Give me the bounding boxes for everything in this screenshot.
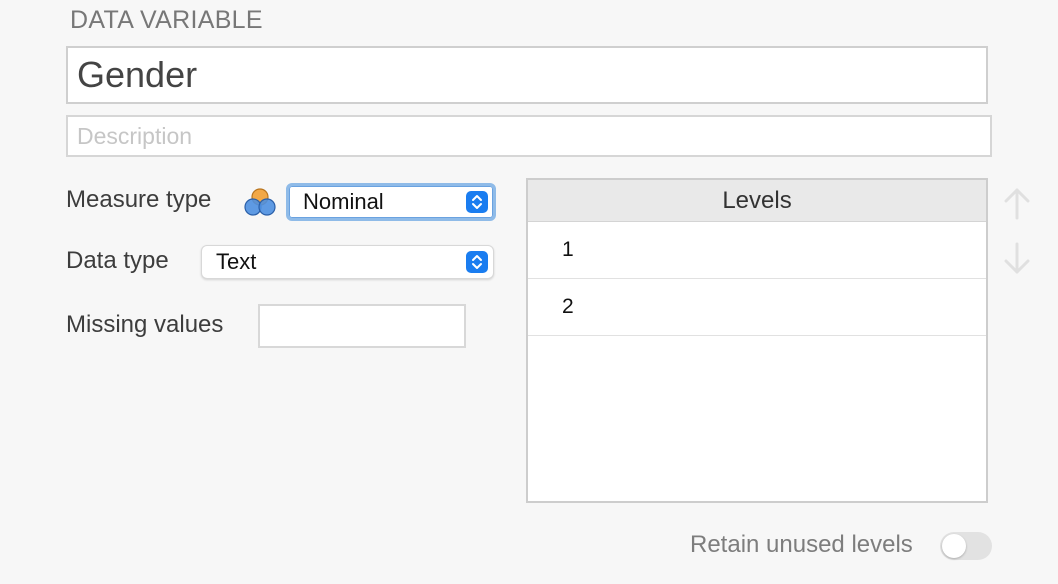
levels-list: Levels 1 2 [526, 178, 988, 503]
chevron-updown-icon [466, 191, 488, 213]
data-type-label: Data type [66, 247, 169, 274]
measure-type-select[interactable]: Nominal [286, 183, 496, 221]
level-item[interactable]: 1 [528, 222, 986, 279]
arrow-down-icon[interactable] [1001, 240, 1033, 276]
toggle-knob [942, 534, 966, 558]
measure-type-value: Nominal [303, 189, 384, 214]
retain-unused-levels-toggle[interactable] [940, 532, 992, 560]
chevron-updown-icon [466, 251, 488, 273]
level-item[interactable]: 2 [528, 279, 986, 336]
retain-unused-levels-label: Retain unused levels [690, 531, 913, 558]
variable-name-field[interactable] [66, 46, 988, 104]
description-field[interactable] [66, 115, 992, 157]
nominal-icon [244, 188, 276, 216]
missing-values-label: Missing values [66, 311, 224, 338]
data-type-select[interactable]: Text [201, 245, 494, 279]
measure-type-label: Measure type [66, 186, 212, 213]
arrow-up-icon[interactable] [1001, 186, 1033, 222]
variable-setup-panel: DATA VARIABLE Measure type Nominal Data … [0, 0, 1058, 584]
section-title: DATA VARIABLE [70, 6, 263, 34]
levels-header: Levels [528, 180, 986, 222]
missing-values-field[interactable] [258, 304, 466, 348]
data-type-value: Text [216, 249, 257, 274]
